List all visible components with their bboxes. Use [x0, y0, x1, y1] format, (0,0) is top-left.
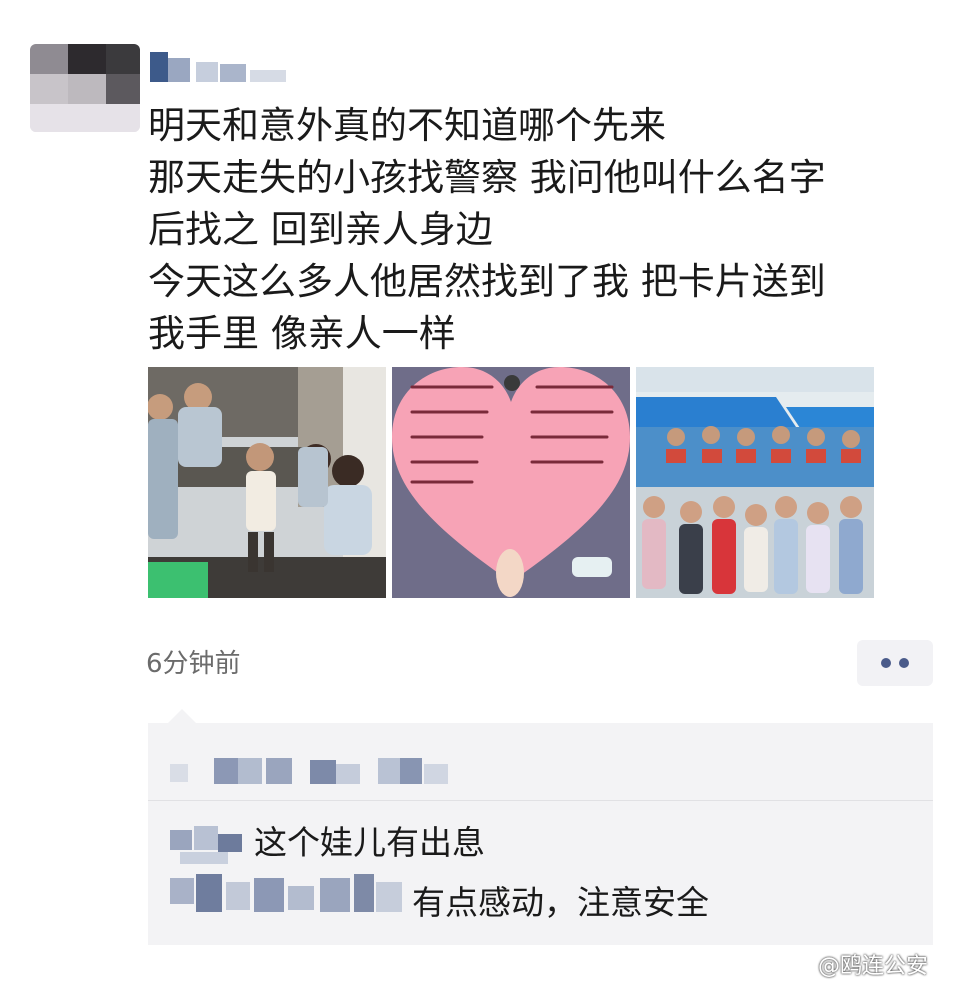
username-pixel [196, 62, 218, 82]
avatar-pixel [106, 74, 140, 104]
more-options-button[interactable] [857, 640, 933, 686]
likes-pixel [170, 764, 188, 782]
post-text: 明天和意外真的不知道哪个先来 那天走失的小孩找警察 我问他叫什么名字 后找之 回… [148, 100, 928, 360]
post-timestamp: 6分钟前 [146, 649, 241, 679]
likes-pixel [214, 758, 238, 784]
watermark-text: @鸥连公安 [818, 954, 929, 979]
weibo-watermark: @鸥连公安 [790, 948, 928, 980]
commenter-pixel [254, 878, 284, 912]
likes-pixel [424, 764, 448, 784]
commenter-pixel [320, 878, 350, 912]
username-blurred[interactable] [150, 52, 290, 82]
username-pixel [250, 70, 286, 82]
commenter-pixel [170, 878, 194, 904]
likes-row-blurred[interactable] [170, 750, 460, 790]
heart-card-photo[interactable] [392, 367, 630, 598]
username-pixel [150, 52, 168, 82]
comment-divider [148, 800, 933, 801]
more-dot-icon [899, 658, 909, 668]
commenter-name-blurred[interactable] [170, 868, 406, 918]
likes-pixel [336, 764, 360, 784]
likes-pixel [266, 758, 292, 784]
avatar[interactable] [30, 44, 140, 132]
commenter-pixel [288, 886, 314, 910]
avatar-pixel [30, 104, 140, 132]
post-line: 后找之 回到亲人身边 [148, 208, 493, 251]
post-line: 我手里 像亲人一样 [148, 312, 456, 355]
group-children-police-photo[interactable] [636, 367, 874, 598]
police-with-child-photo[interactable] [148, 367, 386, 598]
comment-pointer-arrow [168, 709, 196, 723]
commenter-pixel [170, 830, 192, 850]
avatar-pixel [68, 44, 106, 74]
commenter-pixel [376, 882, 402, 912]
username-pixel [220, 64, 246, 82]
likes-pixel [310, 760, 336, 784]
likes-pixel [400, 758, 422, 784]
commenter-pixel [194, 826, 218, 850]
post-line: 今天这么多人他居然找到了我 把卡片送到 [148, 260, 826, 303]
likes-pixel [238, 758, 262, 784]
commenter-pixel [354, 874, 374, 912]
post-line: 明天和意外真的不知道哪个先来 [148, 104, 666, 147]
comment-text: 有点感动，注意安全 [412, 883, 709, 922]
more-dot-icon [881, 658, 891, 668]
avatar-pixel [106, 44, 140, 74]
likes-pixel [378, 758, 400, 784]
commenter-pixel [180, 852, 228, 864]
commenter-pixel [196, 874, 222, 912]
commenter-pixel [226, 882, 250, 910]
username-pixel [168, 58, 190, 82]
post-line: 那天走失的小孩找警察 我问他叫什么名字 [148, 156, 826, 199]
commenter-pixel [218, 834, 242, 852]
weibo-logo-icon [790, 960, 812, 976]
commenter-name-blurred[interactable] [170, 822, 250, 866]
avatar-pixel [30, 74, 68, 104]
comment-text: 这个娃儿有出息 [254, 823, 485, 862]
avatar-pixel [68, 74, 106, 104]
avatar-pixel [30, 44, 68, 74]
